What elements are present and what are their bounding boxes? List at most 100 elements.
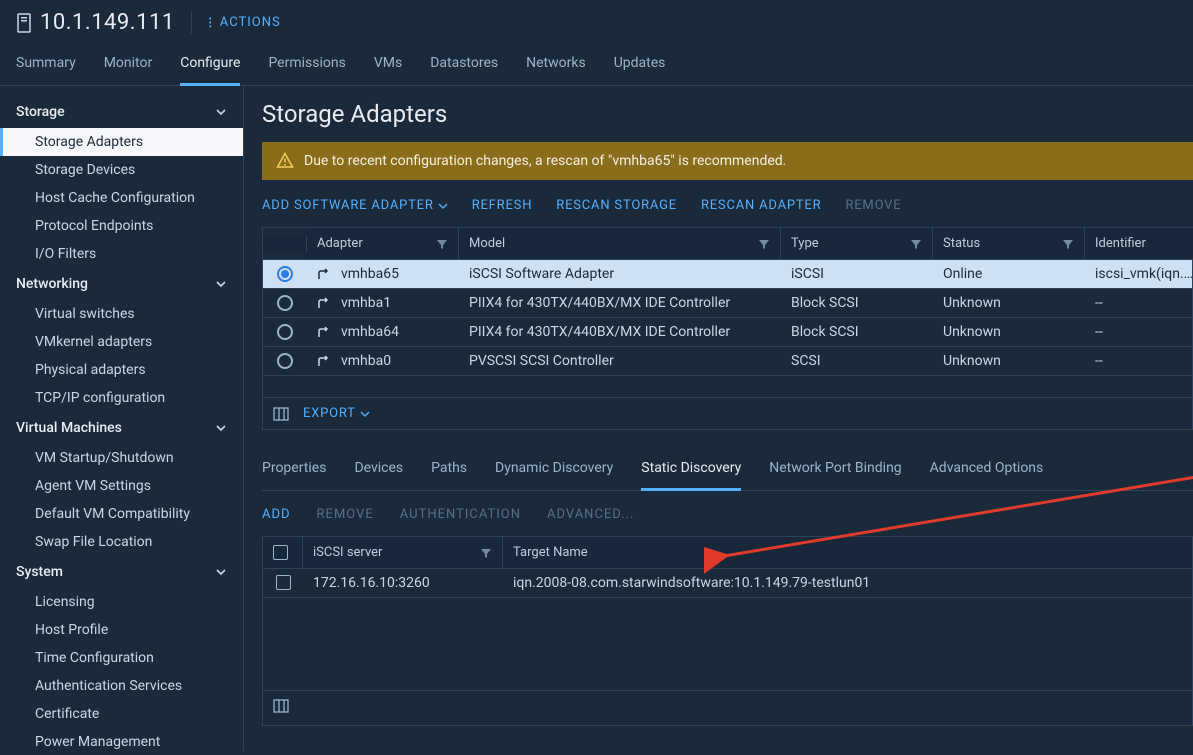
table-row[interactable]: vmhba1PIIX4 for 430TX/440BX/MX IDE Contr… [263, 289, 1192, 318]
sidebar-item-vmkernel-adapters[interactable]: VMkernel adapters [0, 328, 243, 356]
top-tabs: Summary Monitor Configure Permissions VMs Dat… [0, 39, 1193, 86]
adapter-col-adapter[interactable]: Adapter [307, 228, 459, 259]
sidebar-item-agent-vm-settings[interactable]: Agent VM Settings [0, 472, 243, 500]
sidebar-item-swap-file-location[interactable]: Swap File Location [0, 528, 243, 556]
adapter-col-model[interactable]: Model [459, 228, 781, 259]
rescan-adapter-button[interactable]: RESCAN ADAPTER [701, 198, 821, 213]
column-picker-icon[interactable] [273, 407, 289, 421]
table-row[interactable]: 172.16.16.10:3260iqn.2008-08.com.starwin… [263, 569, 1192, 598]
remove-target-button: REMOVE [317, 507, 374, 522]
sidebar-section-storage[interactable]: Storage [0, 96, 243, 128]
row-radio[interactable] [277, 266, 293, 282]
column-picker-icon[interactable] [273, 699, 289, 713]
sidebar-item-storage-adapters[interactable]: Storage Adapters [0, 128, 243, 156]
sidebar-item-time-configuration[interactable]: Time Configuration [0, 644, 243, 672]
sidebar-item-default-vm-compatibility[interactable]: Default VM Compatibility [0, 500, 243, 528]
content-area: Storage Adapters Due to recent configura… [244, 86, 1193, 751]
adapter-col-type[interactable]: Type [781, 228, 933, 259]
tab-summary[interactable]: Summary [16, 49, 76, 85]
sidebar-item-virtual-switches[interactable]: Virtual switches [0, 300, 243, 328]
tab-configure[interactable]: Configure [180, 49, 240, 86]
tab-paths[interactable]: Paths [431, 454, 467, 490]
authentication-button: AUTHENTICATION [400, 507, 521, 522]
select-all-checkbox[interactable] [273, 545, 288, 560]
tab-updates[interactable]: Updates [614, 49, 666, 85]
filter-icon[interactable] [1062, 238, 1074, 250]
tab-monitor[interactable]: Monitor [104, 49, 153, 85]
model-cell: PIIX4 for 430TX/440BX/MX IDE Controller [459, 289, 781, 317]
sidebar-section-networking[interactable]: Networking [0, 268, 243, 300]
adapter-icon [317, 354, 333, 368]
adapter-cell: vmhba1 [307, 289, 459, 317]
status-cell: Online [933, 260, 1085, 288]
filter-icon[interactable] [436, 238, 448, 250]
iscsi-table: iSCSI server Target Name 172.16.16.10:32… [262, 536, 1193, 726]
rescan-alert: Due to recent configuration changes, a r… [262, 142, 1193, 180]
sidebar-item-licensing[interactable]: Licensing [0, 588, 243, 616]
tab-dynamic-discovery[interactable]: Dynamic Discovery [495, 454, 613, 490]
tab-networks[interactable]: Networks [526, 49, 586, 85]
iscsi-table-footer [263, 690, 1192, 725]
iscsi-col-select[interactable] [263, 537, 303, 568]
adapter-cell: vmhba0 [307, 347, 459, 375]
filter-icon[interactable] [758, 238, 770, 250]
sidebar-item-physical-adapters[interactable]: Physical adapters [0, 356, 243, 384]
sidebar-section-virtual-machines[interactable]: Virtual Machines [0, 412, 243, 444]
actions-menu[interactable]: ⁝ ACTIONS [208, 13, 281, 32]
rescan-storage-button[interactable]: RESCAN STORAGE [556, 198, 677, 213]
adapter-table-footer: EXPORT [263, 398, 1192, 429]
iscsi-col-server[interactable]: iSCSI server [303, 537, 503, 568]
sidebar-item-authentication-services[interactable]: Authentication Services [0, 672, 243, 700]
tab-network-port-binding[interactable]: Network Port Binding [769, 454, 901, 490]
status-cell: Unknown [933, 289, 1085, 317]
add-software-adapter-button[interactable]: ADD SOFTWARE ADAPTER [262, 198, 448, 213]
sidebar-item-i-o-filters[interactable]: I/O Filters [0, 240, 243, 268]
row-radio[interactable] [277, 324, 293, 340]
sidebar-item-protocol-endpoints[interactable]: Protocol Endpoints [0, 212, 243, 240]
tab-permissions[interactable]: Permissions [268, 49, 345, 85]
row-radio[interactable] [277, 295, 293, 311]
sidebar-item-tcp-ip-configuration[interactable]: TCP/IP configuration [0, 384, 243, 412]
adapter-icon [317, 325, 333, 339]
table-row[interactable]: vmhba0PVSCSI SCSI ControllerSCSIUnknown-… [263, 347, 1192, 376]
adapter-table-header: Adapter Model Type Status Identifier [263, 228, 1192, 260]
sidebar-item-vm-startup-shutdown[interactable]: VM Startup/Shutdown [0, 444, 243, 472]
table-row[interactable]: vmhba64PIIX4 for 430TX/440BX/MX IDE Cont… [263, 318, 1192, 347]
tab-advanced-options[interactable]: Advanced Options [930, 454, 1044, 490]
filter-icon[interactable] [480, 547, 492, 559]
filter-icon[interactable] [910, 238, 922, 250]
chevron-down-icon [438, 201, 448, 211]
sidebar-section-system[interactable]: System [0, 556, 243, 588]
tab-static-discovery[interactable]: Static Discovery [641, 454, 741, 491]
iscsi-col-target[interactable]: Target Name [503, 537, 1192, 568]
add-software-adapter-label: ADD SOFTWARE ADAPTER [262, 198, 434, 213]
adapter-cell: vmhba65 [307, 260, 459, 288]
actions-dots-icon: ⁝ [208, 13, 214, 32]
sidebar-item-certificate[interactable]: Certificate [0, 700, 243, 728]
row-checkbox[interactable] [276, 575, 291, 590]
row-radio[interactable] [277, 353, 293, 369]
col-label: Target Name [513, 545, 588, 560]
col-label: iSCSI server [313, 545, 382, 560]
sidebar-item-host-cache-configuration[interactable]: Host Cache Configuration [0, 184, 243, 212]
export-button[interactable]: EXPORT [303, 406, 370, 421]
col-label: Adapter [317, 236, 363, 251]
sidebar-item-host-profile[interactable]: Host Profile [0, 616, 243, 644]
refresh-button[interactable]: REFRESH [472, 198, 533, 213]
tab-datastores[interactable]: Datastores [430, 49, 498, 85]
static-discovery-toolbar: ADD REMOVE AUTHENTICATION ADVANCED... [262, 491, 1193, 536]
warning-icon [276, 152, 294, 170]
sidebar-item-storage-devices[interactable]: Storage Devices [0, 156, 243, 184]
adapter-col-status[interactable]: Status [933, 228, 1085, 259]
tab-devices[interactable]: Devices [354, 454, 403, 490]
tab-properties[interactable]: Properties [262, 454, 326, 490]
type-cell: Block SCSI [781, 318, 933, 346]
sidebar-item-power-management[interactable]: Power Management [0, 728, 243, 751]
adapter-col-identifier[interactable]: Identifier [1085, 228, 1193, 259]
chevron-down-icon [215, 566, 227, 578]
adapter-cell: vmhba64 [307, 318, 459, 346]
tab-vms[interactable]: VMs [374, 49, 402, 85]
adapter-name: vmhba0 [341, 353, 391, 369]
table-row[interactable]: vmhba65iSCSI Software AdapteriSCSIOnline… [263, 260, 1192, 289]
add-button[interactable]: ADD [262, 507, 291, 522]
